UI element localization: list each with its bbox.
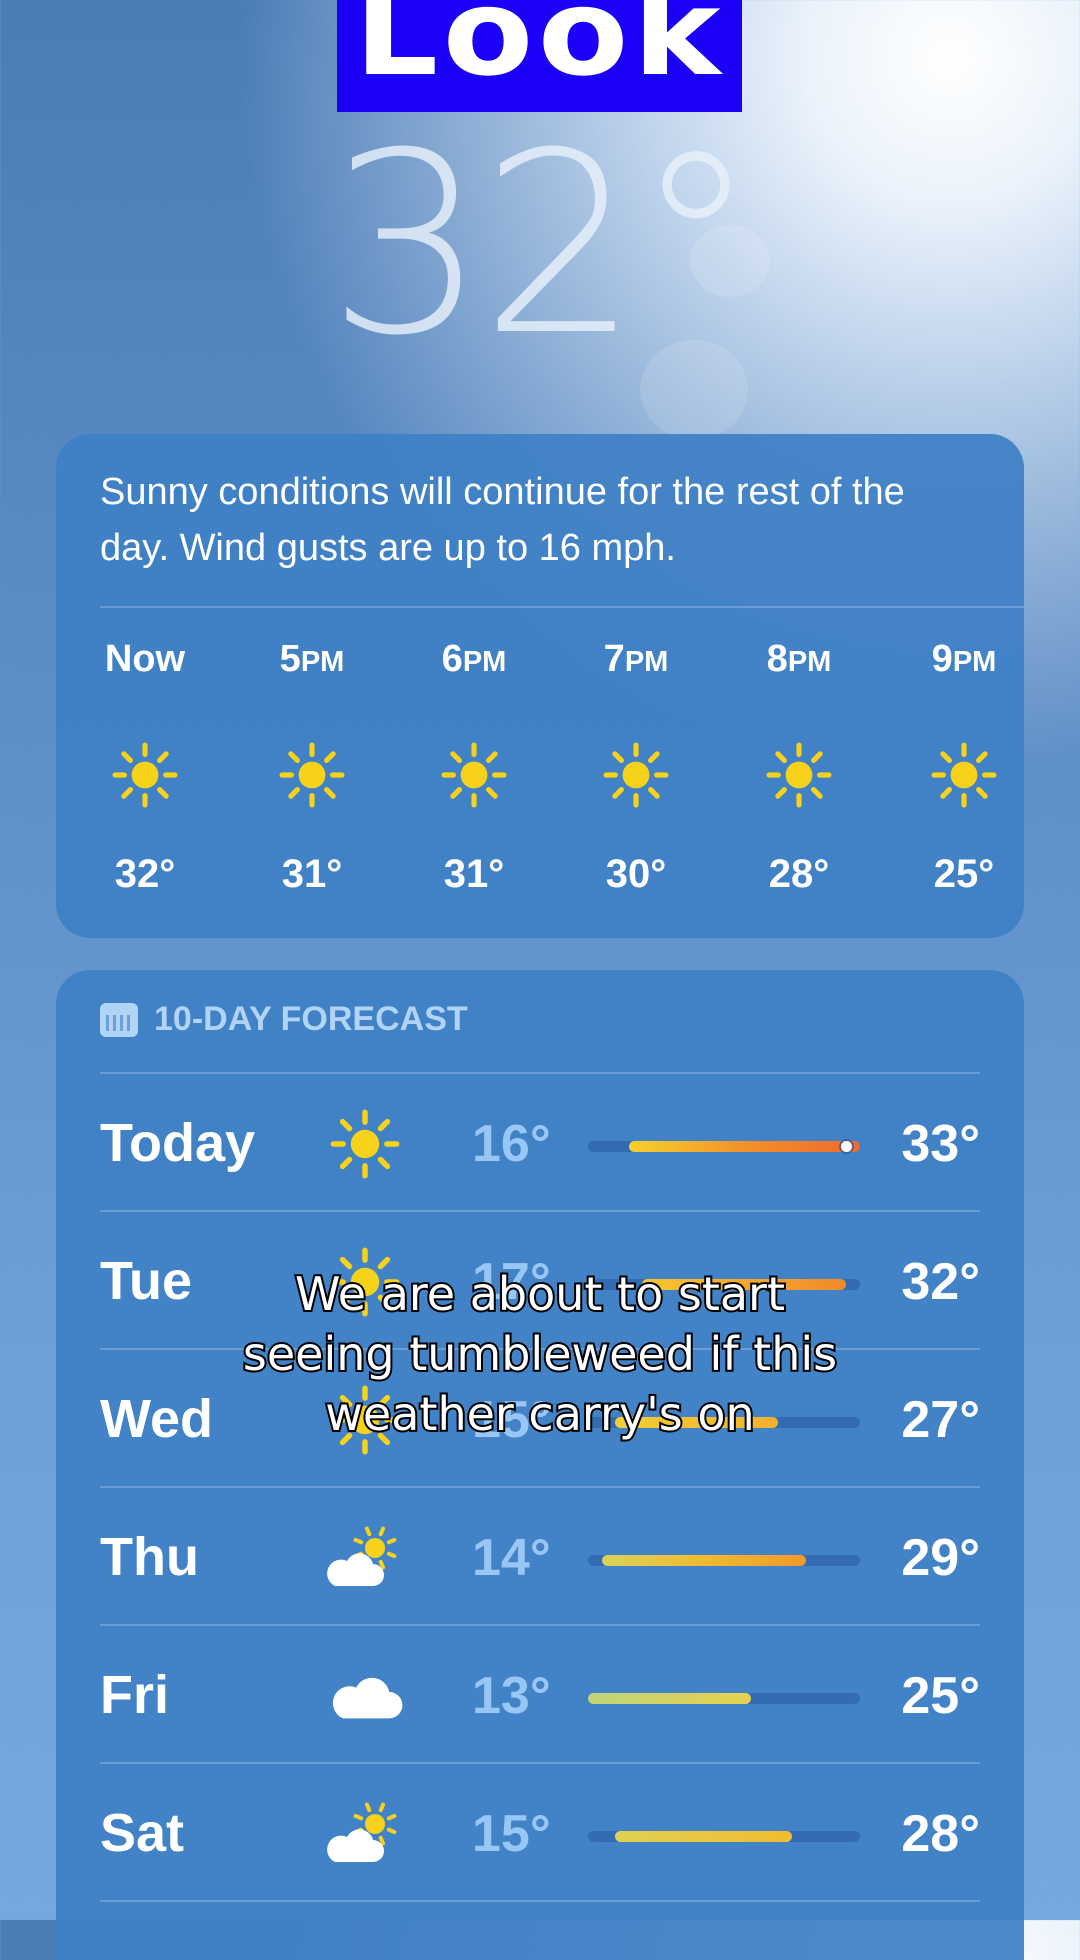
hour-temperature: 28° <box>768 852 830 896</box>
temperature-range-bar <box>588 1693 860 1704</box>
partly-cloudy-icon <box>320 1518 410 1598</box>
sun-icon <box>571 742 701 812</box>
hour-item: Now 32° <box>80 634 210 897</box>
hour-label: Now <box>104 638 186 680</box>
divider <box>100 606 1024 608</box>
hour-temperature: 31° <box>443 852 505 896</box>
forecast-day: Thu <box>100 1527 199 1587</box>
sun-icon <box>247 742 377 812</box>
hour-item: 7PM 30° <box>571 634 701 897</box>
hour-item: 9PM 25° <box>899 634 1029 897</box>
temperature-range-bar <box>588 1141 860 1152</box>
forecast-title: 10-DAY FORECAST <box>154 1000 468 1038</box>
hour-label: 7PM <box>603 638 669 680</box>
forecast-low: 16° <box>472 1115 551 1173</box>
weather-summary: Sunny conditions will continue for the r… <box>100 471 905 569</box>
forecast-row[interactable]: Today 16° 33° <box>100 1074 980 1210</box>
hour-label: 5PM <box>279 638 345 680</box>
caption-line: We are about to start <box>293 1265 787 1323</box>
forecast-high: 29° <box>901 1529 980 1587</box>
forecast-low: 13° <box>472 1667 551 1725</box>
hour-label: 6PM <box>441 638 507 680</box>
hour-item: 6PM 31° <box>409 634 539 897</box>
forecast-row[interactable]: Sat 15° 28° <box>100 1764 980 1900</box>
forecast-row[interactable]: Thu 14° 29° <box>100 1488 980 1624</box>
forecast-row[interactable]: Fri 13° 25° <box>100 1626 980 1762</box>
ten-day-forecast-card[interactable]: 10-DAY FORECAST Today 16° 33° Tue 17° 32° Wed 1… <box>56 970 1024 1960</box>
temperature-range-fill <box>628 1141 860 1152</box>
sticker-text: Look <box>354 0 725 103</box>
hourly-forecast-card[interactable]: Sunny conditions will continue for the r… <box>56 434 1024 938</box>
hour-temperature: 25° <box>933 852 995 896</box>
temperature-range-fill <box>588 1693 752 1704</box>
forecast-header: 10-DAY FORECAST <box>100 1000 468 1039</box>
current-temperature: 32° <box>327 99 758 390</box>
temperature-range-fill <box>601 1555 806 1566</box>
forecast-high: 33° <box>901 1115 980 1173</box>
hour-temperature: 30° <box>605 852 667 896</box>
forecast-low: 15° <box>472 1805 551 1863</box>
sun-icon <box>320 1104 410 1184</box>
sun-icon <box>409 742 539 812</box>
hour-item: 5PM 31° <box>247 634 377 897</box>
forecast-high: 28° <box>901 1805 980 1863</box>
hour-label: 9PM <box>931 638 997 680</box>
sticker-banner: Look <box>337 0 742 112</box>
temperature-range-bar <box>588 1555 860 1566</box>
forecast-high: 25° <box>901 1667 980 1725</box>
calendar-icon <box>100 1002 138 1037</box>
temperature-range-fill <box>615 1831 792 1842</box>
cloud-icon <box>320 1656 410 1736</box>
caption-line: weather carry's on <box>323 1385 756 1443</box>
hour-item: 8PM 28° <box>734 634 864 897</box>
partly-cloudy-icon <box>320 1794 410 1874</box>
forecast-day: Fri <box>100 1665 170 1725</box>
forecast-day: Sat <box>100 1803 185 1863</box>
forecast-day: Today <box>100 1113 256 1173</box>
sun-icon <box>899 742 1029 812</box>
hour-temperature: 31° <box>281 852 343 896</box>
hour-temperature: 32° <box>114 852 176 896</box>
sun-icon <box>734 742 864 812</box>
sun-icon <box>80 742 210 812</box>
hour-label: 8PM <box>766 638 832 680</box>
forecast-low: 14° <box>472 1529 551 1587</box>
video-caption: We are about to start seeing tumbleweed … <box>0 1264 1080 1444</box>
caption-line: seeing tumbleweed if this <box>241 1325 839 1383</box>
temperature-range-bar <box>588 1831 860 1842</box>
divider <box>100 1900 980 1902</box>
